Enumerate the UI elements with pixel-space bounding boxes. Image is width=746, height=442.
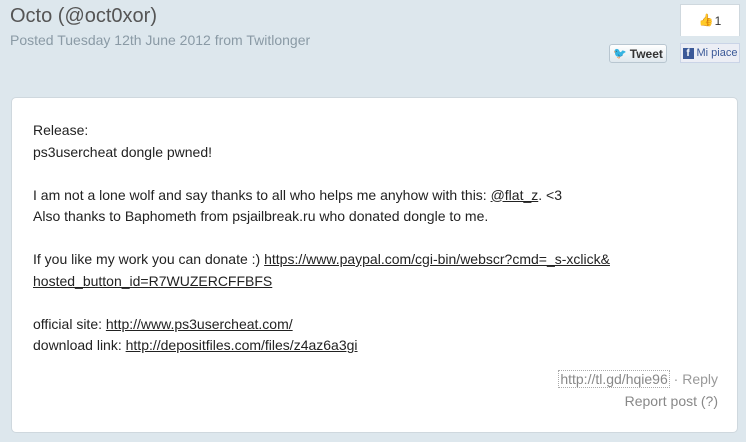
mention-link[interactable]: @flat_z	[491, 187, 539, 203]
post-line: Also thanks to Baphometh from psjailbrea…	[33, 208, 489, 224]
twitter-bird-icon: 🐦	[613, 48, 627, 60]
post-meta: Posted Tuesday 12th June 2012 from Twitl…	[10, 32, 311, 48]
post-line: official site: http://www.ps3usercheat.c…	[33, 315, 293, 332]
tweet-label: Tweet	[629, 46, 663, 61]
donate-link[interactable]: https://www.paypal.com/cgi-bin/webscr?cm…	[264, 251, 610, 267]
post-line: Release:	[33, 122, 89, 138]
like-count: 1	[714, 13, 722, 28]
download-link[interactable]: http://depositfiles.com/files/z4az6a3gi	[126, 337, 358, 353]
page-title: Octo (@oct0xor)	[10, 5, 158, 27]
post-line: ps3usercheat dongle pwned!	[33, 143, 213, 160]
report-post-link[interactable]: Report post (?)	[625, 393, 718, 409]
separator: ·	[669, 371, 683, 387]
like-count-box: 👍 1	[680, 4, 740, 36]
tweet-button[interactable]: 🐦 Tweet	[609, 44, 667, 63]
fb-like-label: Mi piace	[696, 47, 738, 59]
post-content: Release: ps3usercheat dongle pwned! I am…	[33, 120, 723, 357]
official-site-link[interactable]: http://www.ps3usercheat.com/	[106, 316, 293, 332]
facebook-like-button[interactable]: f Mi piace	[680, 43, 740, 63]
post-actions: http://tl.gd/hqie96 · Reply	[558, 370, 718, 388]
donate-link-continued[interactable]: hosted_button_id=R7WUZERCFFBFS	[33, 273, 272, 289]
facebook-icon: f	[682, 47, 694, 59]
post-line: If you like my work you can donate :) ht…	[33, 251, 610, 267]
post-line: download link: http://depositfiles.com/f…	[33, 337, 358, 353]
thumbs-up-icon: 👍	[698, 13, 714, 27]
post-line: hosted_button_id=R7WUZERCFFBFS	[33, 271, 723, 293]
post-line: I am not a lone wolf and say thanks to a…	[33, 186, 563, 203]
short-url[interactable]: http://tl.gd/hqie96	[558, 370, 670, 388]
reply-link[interactable]: Reply	[682, 371, 718, 387]
